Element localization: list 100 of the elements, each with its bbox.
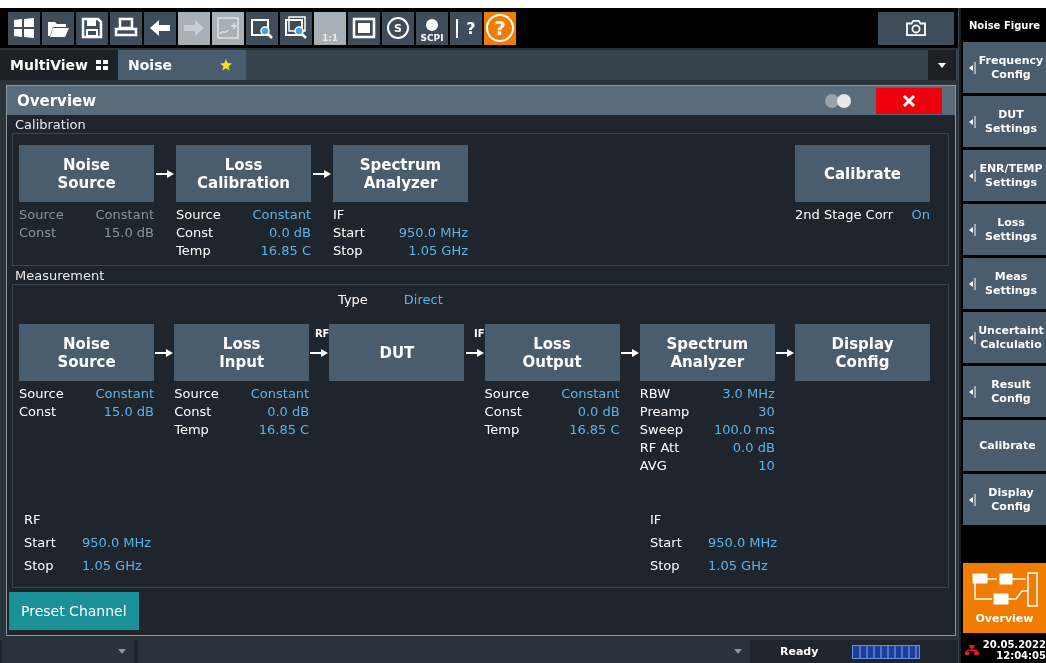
dropdown-field[interactable] (2, 640, 134, 663)
block-button[interactable]: Noise Source (19, 145, 154, 202)
camera-icon (905, 19, 927, 37)
toolbar-button[interactable] (42, 11, 74, 45)
param-value[interactable]: 0.0 dB (267, 403, 310, 421)
toolbar-button[interactable] (76, 11, 108, 45)
param-value[interactable]: Constant (250, 385, 310, 403)
calibrate-button[interactable]: Calibrate (795, 145, 930, 202)
softkey[interactable]: Result Config (963, 366, 1046, 417)
toolbar-button[interactable] (280, 11, 312, 45)
block-button[interactable]: Loss Output (484, 324, 620, 381)
param-value[interactable]: Constant (95, 385, 154, 403)
param-value[interactable]: 950.0 MHz (82, 535, 152, 550)
param-label: Source (19, 385, 64, 403)
block-button[interactable]: Spectrum Analyzer (639, 324, 775, 381)
param-value[interactable]: 16.85 C (260, 242, 311, 260)
zoom-icon (250, 16, 274, 40)
param-value[interactable]: 16.85 C (569, 421, 620, 439)
arrow (620, 348, 639, 357)
softkey[interactable]: ENR/TEMP Settings (963, 150, 1046, 201)
arrow (156, 169, 174, 178)
toolbar-button[interactable]: SCPI (416, 11, 448, 45)
graph-icon (216, 16, 240, 40)
windows-icon (12, 16, 36, 40)
toolbar-button[interactable] (8, 11, 40, 45)
close-button[interactable] (876, 87, 942, 114)
zoom-icon (284, 16, 308, 40)
param-label: Stop (650, 558, 681, 573)
toolbar-button[interactable] (110, 11, 142, 45)
block-button[interactable]: Loss Input (174, 324, 310, 381)
param-value[interactable]: 30 (758, 403, 775, 421)
save-icon (80, 16, 104, 40)
softkey[interactable]: Uncertaint Calculatio (963, 312, 1046, 363)
param-label: Start (24, 535, 57, 550)
section-title: Calibration (14, 116, 87, 133)
channel-tab[interactable]: MultiView (0, 50, 118, 80)
softkey[interactable]: Calibrate (963, 420, 1046, 471)
param-label: Temp (176, 242, 211, 260)
param-value[interactable]: 950.0 MHz (398, 224, 468, 242)
toolbar-button[interactable] (144, 11, 176, 45)
param-label: Const (174, 403, 212, 421)
preset-channel-button[interactable]: Preset Channel (9, 592, 139, 630)
param-label: Source (174, 385, 219, 403)
toolbar-button[interactable]: ? (450, 11, 482, 45)
param-label: Const (176, 224, 214, 242)
toggle-icon[interactable] (824, 92, 854, 109)
toolbar-button[interactable]: S (382, 11, 414, 45)
connector-label: IF (474, 328, 485, 339)
band-title: IF (650, 512, 663, 527)
softkey[interactable]: Display Config (963, 474, 1046, 525)
date-text: 20.05.2022 (982, 639, 1046, 650)
param-label: Sweep (639, 421, 683, 439)
param-label: Const (484, 403, 522, 421)
param-value[interactable]: 1.05 GHz (708, 558, 768, 573)
param-value[interactable]: 1.05 GHz (408, 242, 468, 260)
param-value[interactable]: 0.0 dB (577, 403, 620, 421)
network-icon (965, 645, 979, 655)
star-icon (220, 59, 232, 71)
param-value[interactable]: 3.0 MHz (722, 385, 775, 403)
param-label: Stop (333, 242, 363, 260)
time-text: 12:04:05 (996, 650, 1046, 661)
param-value[interactable]: 1.05 GHz (82, 558, 142, 573)
block-button[interactable]: Display Config (795, 324, 930, 381)
softkey[interactable]: Frequency Config (963, 42, 1046, 93)
softkey[interactable]: DUT Settings (963, 96, 1046, 147)
softkey[interactable]: Meas Settings (963, 258, 1046, 309)
camera-button[interactable] (878, 11, 954, 45)
param-value[interactable]: Constant (252, 206, 311, 224)
arrow (465, 348, 484, 357)
dropdown-field[interactable] (138, 640, 750, 663)
param-value[interactable]: 100.0 ms (714, 421, 775, 439)
param-value[interactable]: On (911, 206, 930, 224)
param-value[interactable]: Constant (561, 385, 620, 403)
param-label: AVG (639, 457, 667, 475)
param-value[interactable]: 0.0 dB (732, 439, 775, 457)
param-value[interactable]: 15.0 dB (103, 403, 154, 421)
param-label: RF Att (639, 439, 680, 457)
param-value[interactable]: Direct (403, 291, 443, 309)
block-button[interactable]: Noise Source (19, 324, 154, 381)
param-label: Const (19, 403, 57, 421)
channel-tab[interactable]: Noise (118, 50, 246, 80)
arrow (155, 348, 174, 357)
block-button[interactable]: DUT (329, 324, 465, 381)
block-button[interactable]: Loss Calibration (176, 145, 311, 202)
param-label: Temp (484, 421, 520, 439)
param-value[interactable]: 16.85 C (258, 421, 310, 439)
toolbar-button[interactable] (246, 11, 278, 45)
param-label: Source (176, 206, 221, 224)
block-button[interactable]: Spectrum Analyzer (333, 145, 468, 202)
param-label: Source (19, 206, 64, 224)
param-value[interactable]: 950.0 MHz (708, 535, 778, 550)
caret-icon (938, 62, 946, 68)
param-value[interactable]: 0.0 dB (269, 224, 311, 242)
softkey[interactable]: Loss Settings (963, 204, 1046, 255)
caret-icon (118, 649, 126, 654)
dropdown-button[interactable] (928, 50, 956, 80)
param-label: IF (333, 206, 345, 224)
toolbar-button[interactable] (348, 11, 380, 45)
param-value[interactable]: 10 (758, 457, 775, 475)
param-label: RBW (639, 385, 671, 403)
